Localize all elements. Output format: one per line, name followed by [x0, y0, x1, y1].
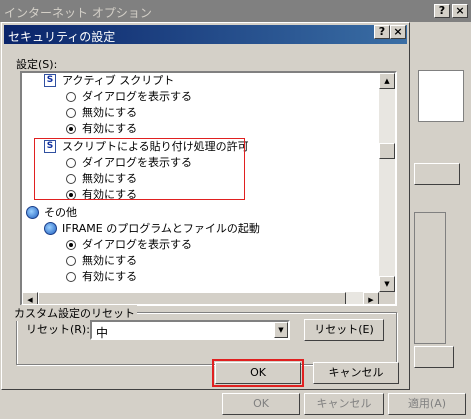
reset-level-value: 中: [96, 326, 109, 340]
ok-button[interactable]: OK: [215, 362, 301, 384]
dialog-title: セキュリティの設定: [8, 30, 116, 44]
security-settings-dialog: セキュリティの設定 ? × 設定(S): S アクティブ スクリプト ダイアログ…: [1, 22, 410, 390]
scrollbar-corner: [379, 292, 395, 304]
radio-label: ダイアログを表示する: [82, 238, 192, 251]
annotation-highlight-box: [34, 138, 245, 200]
tree-node-label: アクティブ スクリプト: [62, 74, 175, 87]
radio-label: 無効にする: [82, 254, 138, 267]
dialog-titlebar: セキュリティの設定: [4, 25, 407, 44]
security-level-panel: [414, 212, 446, 344]
dialog-close-button[interactable]: ×: [390, 25, 406, 39]
horizontal-scroll-thumb[interactable]: [38, 292, 346, 304]
tree-group-label: その他: [44, 206, 77, 219]
radio-label: ダイアログを表示する: [82, 90, 192, 103]
settings-tree: S アクティブ スクリプト ダイアログを表示する 無効にする 有効にする S ス…: [22, 73, 379, 292]
reset-label: リセット(R):: [26, 323, 90, 336]
bg-apply-button[interactable]: 適用(A): [388, 393, 466, 415]
scroll-left-arrow-icon[interactable]: ◀: [22, 292, 38, 304]
radio-button-selected[interactable]: [66, 240, 76, 250]
scroll-up-arrow-icon[interactable]: ▲: [379, 73, 395, 89]
horizontal-scrollbar[interactable]: ◀ ▶: [22, 292, 379, 304]
radio-button[interactable]: [66, 272, 76, 282]
reset-group-label: カスタム設定のリセット: [12, 305, 137, 321]
globe-icon: [44, 222, 57, 235]
vertical-scroll-thumb[interactable]: [379, 143, 395, 159]
radio-button-selected[interactable]: [66, 124, 76, 134]
reset-button[interactable]: リセット(E): [304, 319, 384, 341]
scroll-right-arrow-icon[interactable]: ▶: [363, 292, 379, 304]
bg-ok-button[interactable]: OK: [222, 393, 300, 415]
radio-label: 有効にする: [82, 270, 138, 283]
default-level-button[interactable]: [414, 346, 454, 368]
radio-label: 有効にする: [82, 122, 138, 135]
settings-tree-view[interactable]: S アクティブ スクリプト ダイアログを表示する 無効にする 有効にする S ス…: [20, 71, 397, 306]
dialog-help-button[interactable]: ?: [374, 25, 390, 39]
tree-node-label: IFRAME のプログラムとファイルの起動: [62, 222, 260, 235]
bg-cancel-button[interactable]: キャンセル: [304, 393, 384, 415]
vertical-scrollbar[interactable]: ▲ ▼: [379, 73, 395, 292]
radio-label: 無効にする: [82, 106, 138, 119]
script-icon: S: [44, 74, 56, 87]
zone-list-panel: [418, 70, 464, 122]
settings-label: 設定(S):: [16, 58, 58, 71]
reset-level-select[interactable]: 中 ▼: [90, 320, 290, 340]
sites-button[interactable]: [414, 163, 460, 185]
internet-options-titlebar: インターネット オプション ? ×: [0, 0, 471, 22]
close-button[interactable]: ×: [452, 4, 468, 18]
globe-icon: [26, 206, 39, 219]
cancel-button[interactable]: キャンセル: [313, 362, 399, 384]
internet-options-title: インターネット オプション: [4, 6, 152, 20]
dropdown-arrow-icon[interactable]: ▼: [274, 322, 288, 338]
radio-button[interactable]: [66, 108, 76, 118]
scroll-down-arrow-icon[interactable]: ▼: [379, 276, 395, 292]
radio-button[interactable]: [66, 256, 76, 266]
help-button[interactable]: ?: [434, 4, 450, 18]
radio-button[interactable]: [66, 92, 76, 102]
